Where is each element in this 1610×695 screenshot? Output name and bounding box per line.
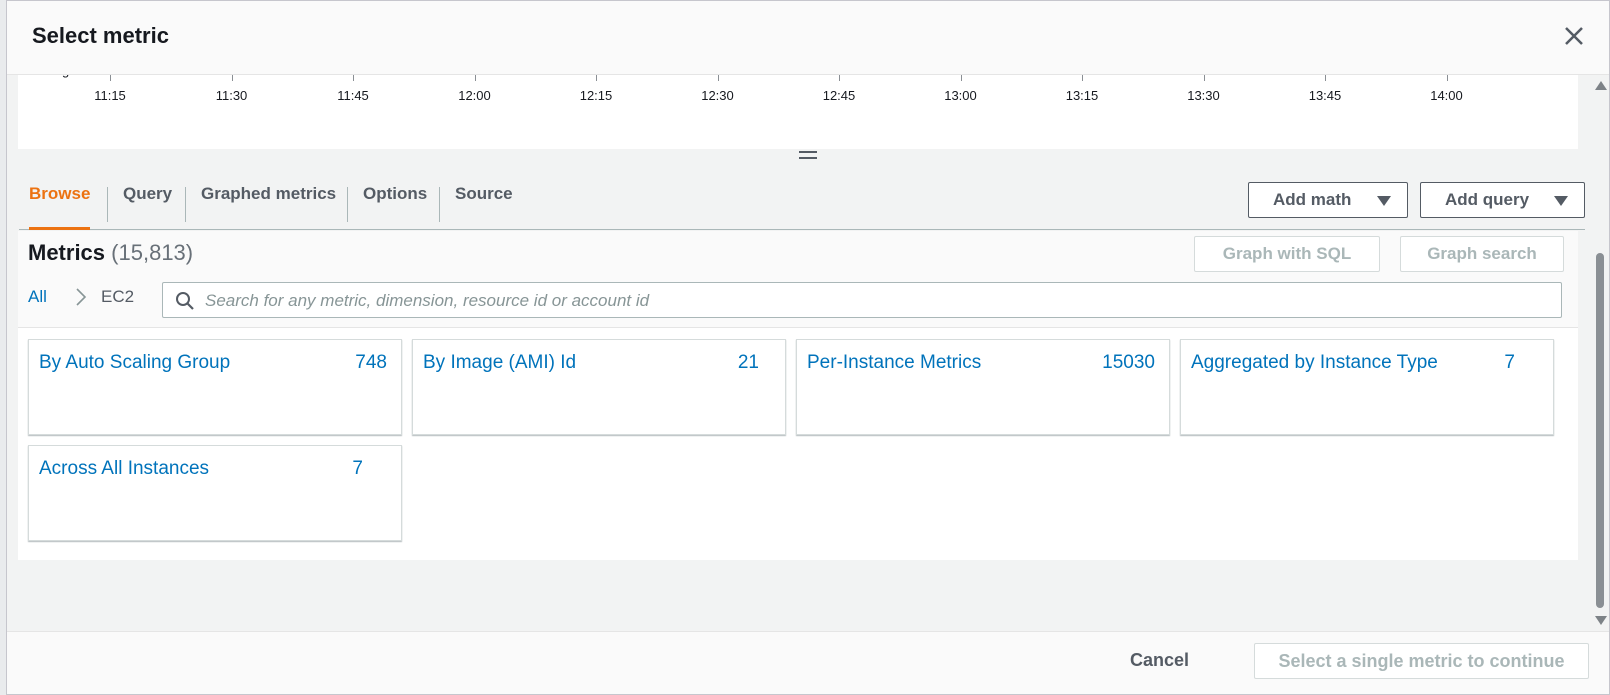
vertical-scrollbar[interactable] — [1591, 75, 1609, 633]
search-icon — [176, 292, 194, 310]
caret-down-icon — [1554, 196, 1568, 206]
time-axis-label: 13:00 — [944, 88, 977, 103]
time-axis-tick — [1203, 75, 1205, 81]
metric-category-card[interactable]: Per-Instance Metrics 15030 — [796, 339, 1170, 435]
metrics-header: Metrics (15,813) Graph with SQL Graph se… — [18, 231, 1578, 328]
tab-query[interactable]: Query — [123, 169, 172, 227]
add-query-label: Add query — [1445, 190, 1530, 209]
tab-divider — [185, 187, 186, 222]
metric-search — [162, 282, 1562, 318]
metric-category-card[interactable]: By Image (AMI) Id 21 — [412, 339, 786, 435]
cut-off-label: g — [62, 75, 69, 78]
time-axis-label: 12:00 — [458, 88, 491, 103]
metrics-count: (15,813) — [111, 240, 194, 265]
metric-category-card[interactable]: Across All Instances 7 — [28, 445, 402, 541]
time-axis-label: 13:15 — [1065, 88, 1099, 103]
continue-button[interactable]: Select a single metric to continue — [1254, 643, 1589, 679]
tab-options[interactable]: Options — [363, 169, 427, 227]
tab-source[interactable]: Source — [455, 169, 513, 227]
time-axis-tick — [596, 75, 597, 81]
tab-browse[interactable]: Browse — [29, 169, 91, 230]
time-axis-tick — [960, 75, 962, 81]
card-label: Per-Instance Metrics — [807, 352, 982, 373]
card-label: By Auto Scaling Group — [39, 352, 231, 373]
time-axis-label: 12:15 — [579, 88, 613, 103]
time-axis-tick — [110, 75, 111, 81]
card-count: 7 — [352, 458, 363, 479]
metrics-title-text: Metrics — [28, 240, 106, 265]
card-count: 7 — [1504, 352, 1515, 373]
time-axis-tick — [717, 75, 719, 81]
tab-divider — [347, 187, 348, 222]
breadcrumb-ec2: EC2 — [101, 287, 135, 306]
tab-divider — [107, 187, 108, 222]
graph-with-sql-button[interactable]: Graph with SQL — [1194, 236, 1380, 272]
tab-bar: Browse Query Graphed metrics Options Sou… — [19, 169, 1585, 230]
time-axis-label: 12:30 — [701, 88, 734, 103]
metrics-panel: Metrics (15,813) Graph with SQL Graph se… — [18, 231, 1578, 560]
tab-graphed-metrics[interactable]: Graphed metrics — [201, 169, 336, 227]
scrollbar-thumb[interactable] — [1596, 253, 1604, 608]
scroll-down-arrow-icon[interactable] — [1595, 616, 1607, 625]
time-axis-tick — [839, 75, 840, 81]
time-axis-label: 12:45 — [822, 88, 856, 103]
modal-body: g 11:15 11:30 11:45 12:00 12:15 12:30 12:45 13:… — [7, 75, 1591, 633]
graph-search-button[interactable]: Graph search — [1400, 236, 1564, 272]
time-axis-tick — [474, 75, 476, 81]
add-math-label: Add math — [1273, 190, 1352, 209]
time-axis-tick — [1325, 75, 1326, 81]
graph-time-axis: g 11:15 11:30 11:45 12:00 12:15 12:30 12:45 13:… — [18, 75, 1578, 149]
time-axis-tick — [231, 75, 233, 81]
card-count: 21 — [737, 352, 759, 373]
card-label: By Image (AMI) Id — [423, 352, 577, 373]
time-axis-label: 11:30 — [215, 88, 248, 103]
breadcrumb-all[interactable]: All — [28, 287, 47, 307]
add-query-button[interactable]: Add query — [1420, 182, 1585, 218]
caret-down-icon — [1377, 196, 1391, 206]
add-math-button[interactable]: Add math — [1248, 182, 1408, 218]
time-axis-label: 13:45 — [1308, 88, 1342, 103]
cancel-button[interactable]: Cancel — [1130, 650, 1189, 671]
card-label: Aggregated by Instance Type — [1191, 352, 1438, 373]
card-label: Across All Instances — [39, 458, 210, 479]
time-axis-tick — [1082, 75, 1083, 81]
modal-header: Select metric — [7, 1, 1609, 75]
scroll-up-arrow-icon[interactable] — [1595, 81, 1607, 90]
select-metric-modal: Select metric g 11:15 11:30 11:45 12:00 12:1… — [6, 0, 1610, 695]
time-axis-tick — [1446, 75, 1448, 81]
time-axis-label: 14:00 — [1430, 88, 1463, 103]
chevron-right-icon — [76, 288, 87, 306]
metric-category-card[interactable]: Aggregated by Instance Type 7 — [1180, 339, 1554, 435]
card-count: 748 — [355, 352, 387, 373]
modal-footer: Cancel Select a single metric to continu… — [7, 631, 1609, 694]
tab-divider — [439, 187, 440, 222]
time-axis-label: 13:30 — [1187, 88, 1220, 103]
time-axis-tick — [353, 75, 354, 81]
metrics-title: Metrics (15,813) — [28, 240, 193, 266]
metric-category-card[interactable]: By Auto Scaling Group 748 — [28, 339, 402, 435]
modal-title: Select metric — [32, 23, 169, 48]
card-count: 15030 — [1102, 352, 1155, 373]
time-axis-label: 11:15 — [94, 88, 126, 103]
search-input[interactable] — [203, 287, 1547, 315]
close-icon[interactable] — [1559, 21, 1589, 51]
resize-handle-icon[interactable] — [799, 151, 817, 163]
time-axis-label: 11:45 — [337, 88, 369, 103]
